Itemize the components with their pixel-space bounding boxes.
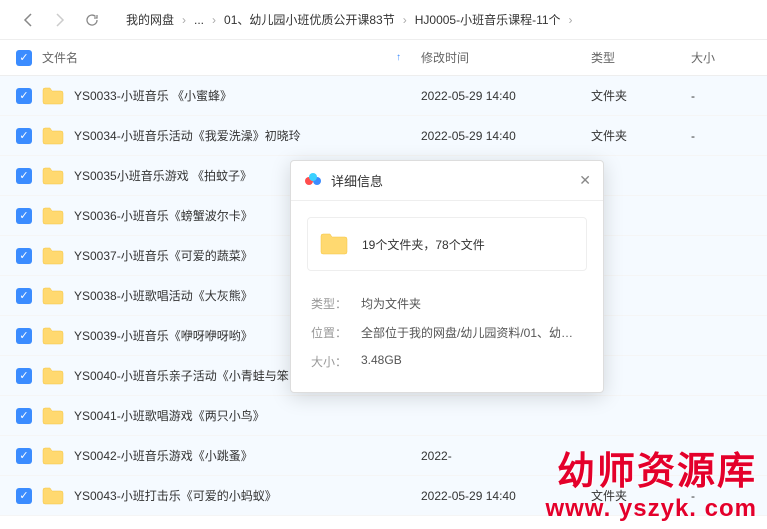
detail-location-row: 位置： 全部位于我的网盘/幼儿园资料/01、幼儿园小班... [307, 318, 587, 347]
detail-type-row: 类型： 均为文件夹 [307, 289, 587, 318]
file-time: 2022-05-29 14:40 [421, 89, 591, 103]
back-button[interactable] [16, 8, 40, 32]
file-name: YS0033-小班音乐 《小蜜蜂》 [74, 87, 232, 104]
file-row[interactable]: ✓ YS0042-小班音乐游戏《小跳蚤》 2022- [0, 436, 767, 476]
folder-icon [320, 232, 348, 256]
refresh-button[interactable] [80, 8, 104, 32]
detail-type-label: 类型： [311, 295, 361, 312]
file-name: YS0041-小班歌唱游戏《两只小鸟》 [74, 407, 265, 424]
row-checkbox[interactable]: ✓ [16, 128, 32, 144]
folder-icon [42, 247, 64, 265]
detail-type-value: 均为文件夹 [361, 295, 583, 312]
chevron-right-icon: › [569, 13, 573, 27]
detail-location-label: 位置： [311, 324, 361, 341]
file-name: YS0037-小班音乐《可爱的蔬菜》 [74, 247, 253, 264]
file-row[interactable]: ✓ YS0041-小班歌唱游戏《两只小鸟》 [0, 396, 767, 436]
column-header-row: ✓ 文件名↑ 修改时间 类型 大小 [0, 40, 767, 76]
cloud-logo-icon [303, 171, 323, 191]
row-checkbox[interactable]: ✓ [16, 368, 32, 384]
file-row[interactable]: ✓ YS0033-小班音乐 《小蜜蜂》 2022-05-29 14:40文件夹- [0, 76, 767, 116]
folder-icon [42, 127, 64, 145]
row-checkbox[interactable]: ✓ [16, 168, 32, 184]
folder-icon [42, 367, 64, 385]
folder-icon [42, 287, 64, 305]
file-time: 2022-05-29 14:40 [421, 129, 591, 143]
folder-icon [42, 167, 64, 185]
file-row[interactable]: ✓ YS0043-小班打击乐《可爱的小蚂蚁》 2022-05-29 14:40文件夹… [0, 476, 767, 516]
summary-text: 19个文件夹，78个文件 [362, 236, 485, 253]
file-name: YS0036-小班音乐《螃蟹波尔卡》 [74, 207, 253, 224]
modal-title-text: 详细信息 [331, 171, 383, 190]
sort-arrow-icon: ↑ [396, 52, 401, 63]
folder-icon [42, 327, 64, 345]
row-checkbox[interactable]: ✓ [16, 408, 32, 424]
file-time: 2022-05-29 14:40 [421, 489, 591, 503]
file-name: YS0038-小班歌唱活动《大灰熊》 [74, 287, 253, 304]
breadcrumb-root[interactable]: 我的网盘 [126, 11, 174, 28]
breadcrumb-dots[interactable]: ... [194, 13, 204, 27]
file-type: 文件夹 [591, 127, 691, 144]
file-name: YS0035小班音乐游戏 《拍蚊子》 [74, 167, 252, 184]
file-name: YS0043-小班打击乐《可爱的小蚂蚁》 [74, 487, 277, 504]
row-checkbox[interactable]: ✓ [16, 448, 32, 464]
file-size: - [691, 89, 751, 103]
select-all-checkbox[interactable]: ✓ [16, 50, 32, 66]
folder-icon [42, 487, 64, 505]
breadcrumb-folder2[interactable]: HJ0005-小班音乐课程-11个 [415, 11, 561, 28]
folder-icon [42, 407, 64, 425]
file-type: 文件夹 [591, 487, 691, 504]
folder-icon [42, 447, 64, 465]
column-name[interactable]: 文件名↑ [42, 49, 421, 66]
close-button[interactable]: ✕ [579, 172, 591, 189]
column-size[interactable]: 大小 [691, 49, 751, 66]
file-size: - [691, 489, 751, 503]
detail-size-row: 大小： 3.48GB [307, 347, 587, 376]
file-size: - [691, 129, 751, 143]
file-name: YS0040-小班音乐亲子活动《小青蛙与笨 [74, 367, 289, 384]
column-time[interactable]: 修改时间 [421, 49, 591, 66]
file-time: 2022- [421, 449, 591, 463]
detail-size-value: 3.48GB [361, 353, 583, 370]
modal-header: 详细信息 ✕ [291, 161, 603, 201]
row-checkbox[interactable]: ✓ [16, 288, 32, 304]
detail-size-label: 大小： [311, 353, 361, 370]
file-type: 文件夹 [591, 87, 691, 104]
breadcrumb: 我的网盘 › ... › 01、幼儿园小班优质公开课83节 › HJ0005-小… [122, 11, 577, 28]
file-name: YS0042-小班音乐游戏《小跳蚤》 [74, 447, 253, 464]
chevron-right-icon: › [182, 13, 186, 27]
column-type[interactable]: 类型 [591, 49, 691, 66]
row-checkbox[interactable]: ✓ [16, 248, 32, 264]
file-row[interactable]: ✓ YS0034-小班音乐活动《我爱洗澡》初晓玲 2022-05-29 14:40文… [0, 116, 767, 156]
row-checkbox[interactable]: ✓ [16, 488, 32, 504]
row-checkbox[interactable]: ✓ [16, 328, 32, 344]
toolbar: 我的网盘 › ... › 01、幼儿园小班优质公开课83节 › HJ0005-小… [0, 0, 767, 40]
file-name: YS0034-小班音乐活动《我爱洗澡》初晓玲 [74, 127, 301, 144]
file-name: YS0039-小班音乐《咿呀咿呀哟》 [74, 327, 253, 344]
breadcrumb-folder1[interactable]: 01、幼儿园小班优质公开课83节 [224, 11, 395, 28]
row-checkbox[interactable]: ✓ [16, 208, 32, 224]
chevron-right-icon: › [212, 13, 216, 27]
detail-location-value: 全部位于我的网盘/幼儿园资料/01、幼儿园小班... [361, 324, 583, 341]
details-modal: 详细信息 ✕ 19个文件夹，78个文件 类型： 均为文件夹 位置： 全部位于我的… [290, 160, 604, 393]
summary-box: 19个文件夹，78个文件 [307, 217, 587, 271]
folder-icon [42, 87, 64, 105]
chevron-right-icon: › [403, 13, 407, 27]
folder-icon [42, 207, 64, 225]
row-checkbox[interactable]: ✓ [16, 88, 32, 104]
forward-button[interactable] [48, 8, 72, 32]
